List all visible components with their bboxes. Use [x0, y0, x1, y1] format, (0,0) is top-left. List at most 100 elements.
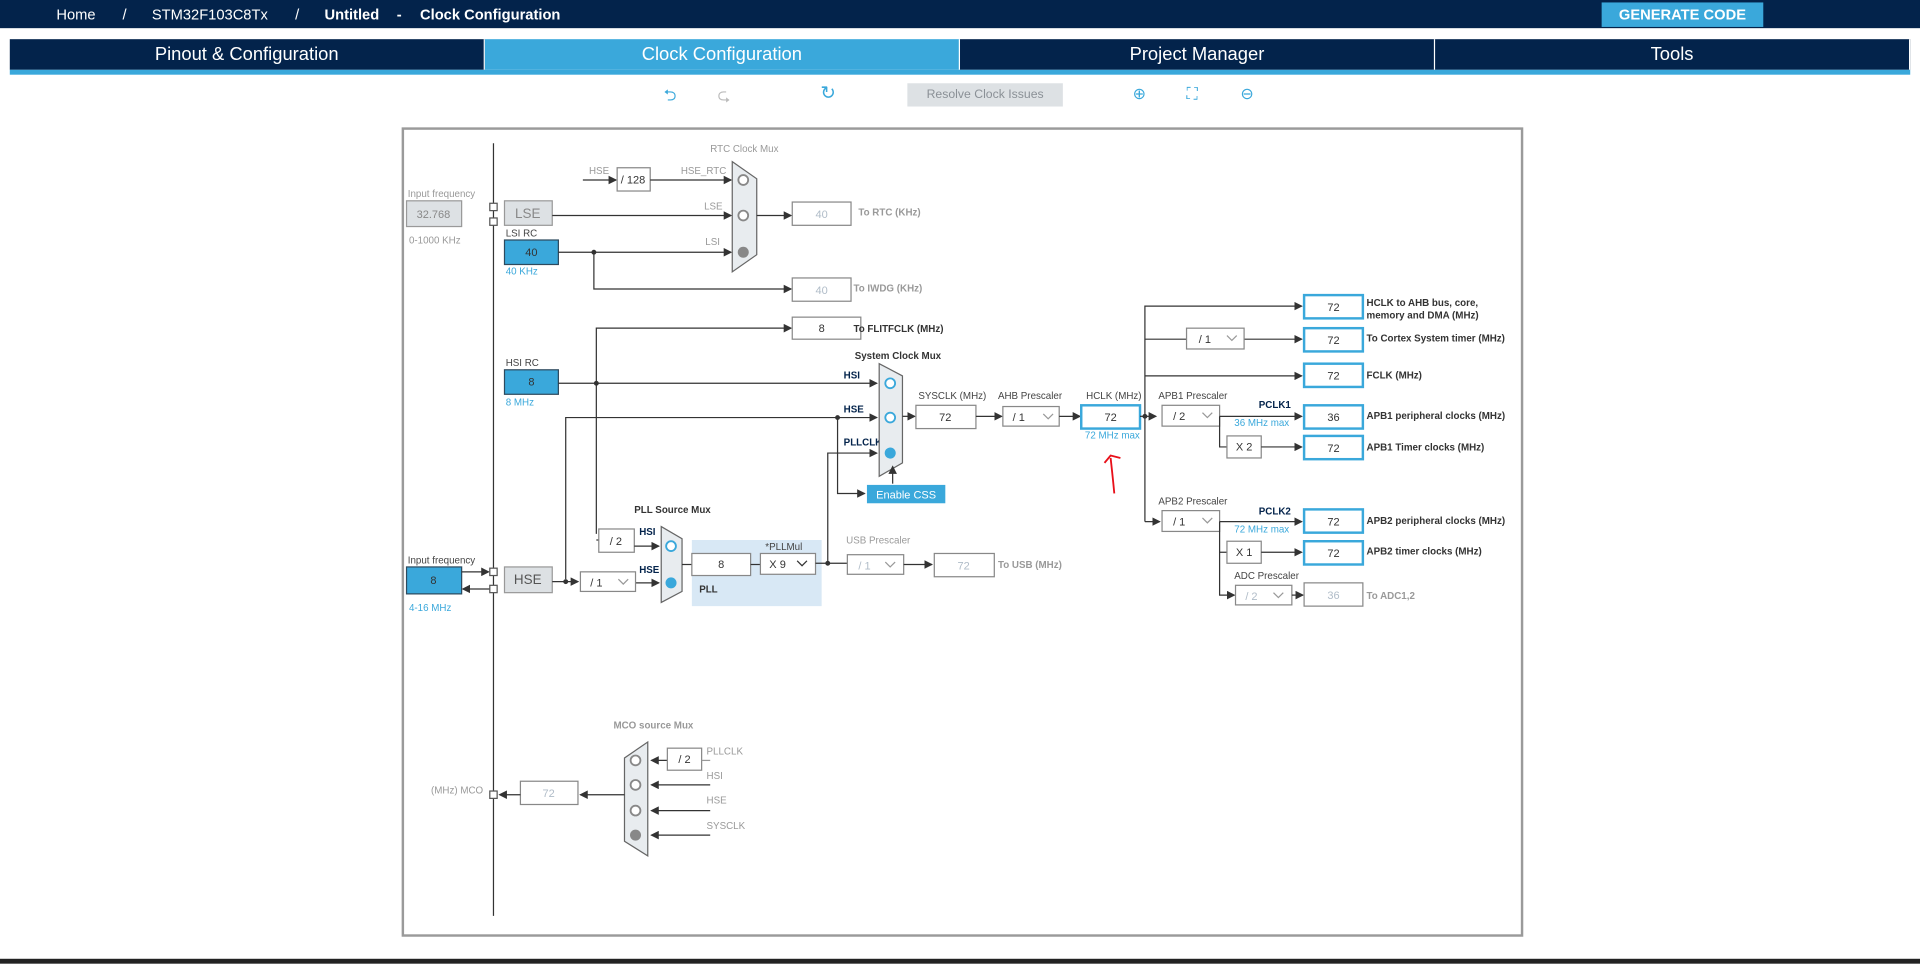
lsi-unit: 40 KHz: [506, 266, 538, 277]
pll-source-mux: [660, 525, 683, 604]
rtc-mux-title: RTC Clock Mux: [710, 144, 778, 155]
hsi-label: HSI RC: [506, 358, 539, 369]
mco-pllclk-label: PLLCLK: [707, 746, 744, 757]
mco-div-value: / 2: [678, 754, 690, 766]
rtc-lsi-label: LSI: [705, 237, 720, 248]
hsi-unit: 8 MHz: [506, 397, 534, 408]
hse-prediv-select[interactable]: / 1: [579, 571, 637, 593]
flitfclk-label: To FLITFCLK (MHz): [853, 324, 943, 335]
hclk-ahb-label-2: memory and DMA (MHz): [1367, 310, 1479, 321]
apb1-timer-value: 72: [1327, 443, 1339, 455]
sysclk-value: 72: [939, 412, 951, 424]
red-annotation-arrow: [1103, 454, 1121, 494]
sysmux-pllclk-label: PLLCLK: [844, 438, 883, 449]
apb1-prescaler-value: / 2: [1173, 411, 1185, 423]
cortex-divider-select[interactable]: / 1: [1185, 327, 1245, 350]
system-clock-mux-title: System Clock Mux: [855, 351, 942, 362]
hse-prediv-value: / 1: [590, 578, 602, 590]
ahb-prescaler-select[interactable]: / 1: [1002, 405, 1060, 427]
cortex-timer-label: To Cortex System timer (MHz): [1367, 334, 1505, 345]
hse-input-value: 8: [430, 575, 436, 587]
cortex-divider-value: / 1: [1199, 334, 1211, 346]
hclk-max: 72 MHz max: [1085, 430, 1140, 441]
apb1-prescaler-select[interactable]: / 2: [1161, 404, 1221, 427]
flitfclk-output: [791, 316, 862, 340]
fclk-value: 72: [1327, 371, 1339, 383]
hclk-ahb-label: HCLK to AHB bus, core,: [1367, 298, 1479, 309]
apb1-prescaler-label: APB1 Prescaler: [1158, 391, 1228, 402]
sysmux-hsi-label: HSI: [844, 370, 861, 381]
rtc-mux-option-hse[interactable]: [737, 174, 750, 186]
apb1-peripheral-value: 36: [1327, 412, 1339, 424]
sysmux-option-hse[interactable]: [884, 411, 897, 424]
iwdg-output-value: 40: [816, 285, 828, 297]
mco-output-value: 72: [542, 788, 554, 800]
hsi-div2-value: / 2: [610, 536, 622, 548]
mco-hsi-label: HSI: [707, 771, 723, 782]
sysclk-label: SYSCLK (MHz): [918, 391, 986, 402]
hse-range: 4-16 MHz: [409, 603, 452, 614]
mco-option-hsi[interactable]: [629, 779, 642, 791]
adc-prescaler-value: / 2: [1245, 591, 1257, 603]
apb2-prescaler-value: / 1: [1173, 516, 1185, 528]
pclk2-max: 72 MHz max: [1234, 525, 1289, 536]
apb2-timer-label: APB2 timer clocks (MHz): [1367, 547, 1482, 558]
apb1-timer-label: APB1 Timer clocks (MHz): [1367, 443, 1485, 454]
mco-option-sysclk[interactable]: [630, 829, 642, 841]
pll-label: PLL: [699, 585, 717, 596]
mco-label: (MHz) MCO: [431, 785, 484, 796]
ahb-prescaler-label: AHB Prescaler: [998, 391, 1063, 402]
adc-output-value: 36: [1327, 590, 1339, 602]
lse-label: LSE: [515, 206, 540, 221]
rtc-mux-option-lsi[interactable]: [737, 246, 749, 258]
adc-output-label: To ADC1,2: [1367, 591, 1416, 602]
usb-prescaler-label: USB Prescaler: [846, 536, 911, 547]
apb2-peripheral-value: 72: [1327, 516, 1339, 528]
lsi-value: 40: [525, 247, 537, 259]
lse-range: 0-1000 KHz: [409, 236, 461, 247]
hsi-value: 8: [528, 377, 534, 389]
sysmux-option-pllclk[interactable]: [884, 447, 896, 459]
pllsrc-option-hse[interactable]: [665, 577, 677, 589]
mco-option-pllclk[interactable]: [629, 754, 642, 767]
usb-prescaler-select[interactable]: / 1: [846, 554, 905, 575]
mco-option-hse[interactable]: [629, 804, 642, 817]
pllmul-value: X 9: [769, 559, 786, 571]
pclk2-label: PCLK2: [1259, 506, 1292, 517]
rtc-mux-option-lse[interactable]: [737, 209, 750, 222]
clock-tree-diagram: Input frequency 32.768 0-1000 KHz LSE LS…: [405, 143, 1506, 916]
rtc-div-value: / 128: [621, 175, 646, 187]
apb2-peripheral-label: APB2 peripheral clocks (MHz): [1367, 516, 1506, 527]
sysmux-hse-label: HSE: [844, 405, 865, 416]
apb2-prescaler-select[interactable]: / 1: [1161, 510, 1221, 533]
pllsrc-hsi-label: HSI: [639, 527, 656, 538]
rtc-lse-label: LSE: [704, 201, 723, 212]
hclk-label: HCLK (MHz): [1086, 391, 1141, 402]
lse-input-value: 32.768: [417, 209, 451, 221]
pllsrc-hse-label: HSE: [639, 565, 660, 576]
hclk-ahb-value: 72: [1327, 302, 1339, 314]
pllmul-label: *PLLMul: [765, 542, 802, 553]
rtc-output-label: To RTC (KHz): [858, 208, 920, 219]
iwdg-output-label: To IWDG (KHz): [853, 283, 922, 294]
pclk1-label: PCLK1: [1259, 400, 1292, 411]
sysmux-option-hsi[interactable]: [884, 377, 897, 390]
rtc-output-value: 40: [816, 209, 828, 221]
pllmul-select[interactable]: X 9: [759, 552, 817, 575]
apb2-prescaler-label: APB2 Prescaler: [1158, 496, 1228, 507]
apb2-multiplier-value: X 1: [1236, 547, 1253, 559]
mco-hse-label: HSE: [707, 795, 728, 806]
mco-mux-title: MCO source Mux: [613, 721, 693, 732]
pll-input-value: 8: [718, 559, 724, 571]
lse-input-label: Input frequency: [408, 189, 476, 200]
adc-prescaler-select[interactable]: / 2: [1234, 584, 1293, 606]
hclk-value: 72: [1104, 412, 1116, 424]
hse-input-label: Input frequency: [408, 555, 476, 566]
usb-prescaler-value: / 1: [858, 560, 870, 572]
pllsrc-option-hsi[interactable]: [665, 540, 677, 552]
rtc-hse-label: HSE: [589, 166, 610, 177]
bottom-bar: [0, 958, 1920, 964]
lsi-label: LSI RC: [506, 228, 538, 239]
flitfclk-value: 8: [819, 323, 825, 335]
adc-prescaler-label: ADC Prescaler: [1234, 571, 1299, 582]
